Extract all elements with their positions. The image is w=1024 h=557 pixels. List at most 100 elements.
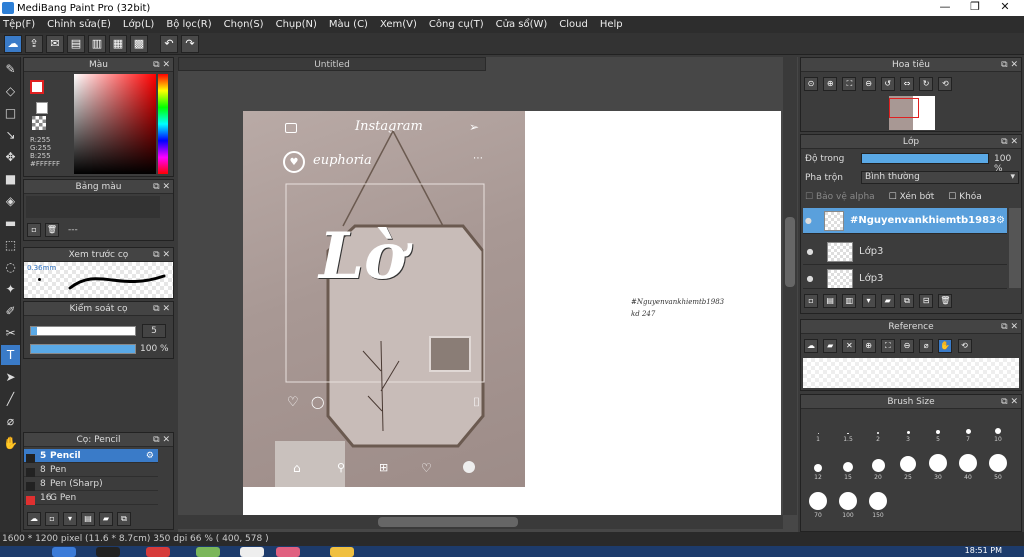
zoom-in-icon[interactable]: ⊕ xyxy=(823,77,838,91)
panel-close-icon[interactable]: ⧉ ✕ xyxy=(153,433,170,447)
taskbar-app-icon[interactable] xyxy=(276,547,300,557)
fit-icon[interactable]: ⛶ xyxy=(842,77,857,91)
new-brush-icon[interactable]: ▫ xyxy=(45,512,59,526)
layer-scrollbar[interactable] xyxy=(1009,208,1021,288)
operation-tool-icon[interactable]: ➤ xyxy=(1,367,20,387)
move-tool-icon[interactable]: ✥ xyxy=(1,147,20,167)
delete-palette-icon[interactable]: 🗑 xyxy=(45,223,59,237)
layer-row[interactable]: ● #Nguyenvankhiemtb1983 ⚙ xyxy=(803,208,1007,234)
reset-icon[interactable]: ⟲ xyxy=(957,339,972,353)
gear-icon[interactable]: ⚙ xyxy=(996,215,1005,226)
brush-size-option[interactable]: 30 xyxy=(925,451,951,481)
hand-tool-icon[interactable]: ✋ xyxy=(1,433,20,453)
rotate-left-icon[interactable]: ↺ xyxy=(880,77,895,91)
zoom-out-icon[interactable]: ⊖ xyxy=(899,339,914,353)
cloud-download-icon[interactable]: ☁ xyxy=(27,512,41,526)
select-eraser-tool-icon[interactable]: ✂ xyxy=(1,323,20,343)
text-tool-icon[interactable]: T xyxy=(1,345,20,365)
eyedropper-icon[interactable]: ⌀ xyxy=(919,339,934,353)
horizontal-scrollbar[interactable] xyxy=(178,515,783,529)
menu-edit[interactable]: Chỉnh sửa(E) xyxy=(47,19,111,30)
brush-size-option[interactable]: 15 xyxy=(835,451,861,481)
background-color-swatch[interactable] xyxy=(36,102,48,114)
grid-icon[interactable]: ▦ xyxy=(109,34,127,53)
taskbar-app-icon[interactable] xyxy=(146,547,170,557)
menu-help[interactable]: Help xyxy=(600,19,623,30)
rotate-right-icon[interactable]: ↻ xyxy=(919,77,934,91)
fit-icon[interactable]: ⛶ xyxy=(880,339,895,353)
close-reference-icon[interactable]: ✕ xyxy=(842,339,857,353)
taskbar-app-icon[interactable] xyxy=(330,547,354,557)
hue-slider[interactable] xyxy=(158,74,168,174)
brush-size-option[interactable]: 70 xyxy=(805,489,831,519)
layer-row[interactable]: ● Lớp3 xyxy=(803,239,1007,265)
open-folder-icon[interactable]: ▰ xyxy=(823,339,838,353)
brush-size-option[interactable]: 1.5 xyxy=(835,413,861,443)
select-pen-tool-icon[interactable]: ✐ xyxy=(1,301,20,321)
new-palette-icon[interactable]: ▫ xyxy=(27,223,41,237)
taskbar-app-icon[interactable] xyxy=(240,547,264,557)
flip-icon[interactable]: ⇔ xyxy=(899,77,914,91)
panel-close-icon[interactable]: ⧉ ✕ xyxy=(1001,58,1018,72)
artboard[interactable]: Instagram ➢ ♥ euphoria ⋯ Lờ ♡ ◯ ⌷ ⌂ ⚲ ⊞ … xyxy=(243,111,781,515)
menu-select[interactable]: Chọn(S) xyxy=(224,19,264,30)
layer-visibility-icon[interactable]: ● xyxy=(803,214,814,228)
fill-rect-tool-icon[interactable]: ■ xyxy=(1,169,20,189)
blend-mode-select[interactable]: Bình thường ▾ xyxy=(861,171,1019,184)
document-icon[interactable]: ▤ xyxy=(67,34,85,53)
gradient-tool-icon[interactable]: ▬ xyxy=(1,213,20,233)
vertical-scroll-thumb[interactable] xyxy=(785,217,795,287)
brush-item-g-pen[interactable]: 16 G Pen xyxy=(24,491,158,505)
foreground-color-swatch[interactable] xyxy=(30,80,44,94)
shape-tool-icon[interactable]: □ xyxy=(1,103,20,123)
panel-close-icon[interactable]: ⧉ ✕ xyxy=(1001,320,1018,334)
canvas-area[interactable]: Untitled Instagram ➢ ♥ euphoria ⋯ Lờ ♡ ◯… xyxy=(178,57,798,532)
panel-close-icon[interactable]: ⧉ ✕ xyxy=(153,248,170,262)
brush-item-pencil[interactable]: 5 Pencil ⚙ xyxy=(24,449,158,463)
brush-size-option[interactable]: 10 xyxy=(985,413,1011,443)
redo-icon[interactable]: ↷ xyxy=(181,34,199,53)
brush-size-option[interactable]: 50 xyxy=(985,451,1011,481)
delete-layer-icon[interactable]: 🗑 xyxy=(938,294,953,308)
panel-close-icon[interactable]: ⧉ ✕ xyxy=(1001,395,1018,409)
brush-opacity-slider[interactable] xyxy=(30,344,136,354)
add-brush-icon[interactable]: ▾ xyxy=(63,512,77,526)
share-icon[interactable]: ⇪ xyxy=(25,34,43,53)
tile-icon[interactable]: ▩ xyxy=(130,34,148,53)
menu-tools[interactable]: Công cụ(T) xyxy=(429,19,484,30)
brush-size-option[interactable]: 7 xyxy=(955,413,981,443)
lock-checkbox[interactable]: ☐ Khóa xyxy=(948,192,982,202)
navigator-thumbnail[interactable] xyxy=(889,96,935,130)
brush-size-option[interactable]: 100 xyxy=(835,489,861,519)
menu-cloud[interactable]: Cloud xyxy=(559,19,588,30)
menu-layer[interactable]: Lớp(L) xyxy=(123,19,154,30)
cloud-icon[interactable]: ☁ xyxy=(4,34,22,53)
brush-size-option[interactable]: 1 xyxy=(805,413,831,443)
page-icon[interactable]: ▥ xyxy=(88,34,106,53)
brush-size-option[interactable]: 12 xyxy=(805,451,831,481)
close-button[interactable]: ✕ xyxy=(990,0,1020,16)
menu-snap[interactable]: Chụp(N) xyxy=(276,19,317,30)
layer-opacity-slider[interactable] xyxy=(861,153,989,164)
panel-close-icon[interactable]: ⧉ ✕ xyxy=(153,302,170,316)
folder-icon[interactable]: ▰ xyxy=(99,512,113,526)
brush-item-pen-sharp[interactable]: 8 Pen (Sharp) xyxy=(24,477,158,491)
lasso-tool-icon[interactable]: ◌ xyxy=(1,257,20,277)
reference-area[interactable] xyxy=(803,358,1019,388)
panel-close-icon[interactable]: ⧉ ✕ xyxy=(153,180,170,194)
new-halftone-layer-icon[interactable]: ▤ xyxy=(823,294,838,308)
reset-icon[interactable]: ⟲ xyxy=(938,77,953,91)
brush-size-option[interactable]: 5 xyxy=(925,413,951,443)
magic-wand-tool-icon[interactable]: ✦ xyxy=(1,279,20,299)
brush-size-value[interactable]: 5 xyxy=(142,324,166,338)
brush-size-option[interactable]: 25 xyxy=(895,451,921,481)
duplicate-layer-icon[interactable]: ⧉ xyxy=(899,294,914,308)
brush-item-pen[interactable]: 8 Pen xyxy=(24,463,158,477)
horizontal-scroll-thumb[interactable] xyxy=(378,517,518,527)
new-layer-icon[interactable]: ▫ xyxy=(804,294,818,308)
menu-window[interactable]: Cửa sổ(W) xyxy=(496,19,548,30)
cloud-reference-icon[interactable]: ☁ xyxy=(804,339,818,353)
line-tool-icon[interactable]: ↘ xyxy=(1,125,20,145)
add-layer-menu-icon[interactable]: ▾ xyxy=(861,294,876,308)
select-rect-tool-icon[interactable]: ⬚ xyxy=(1,235,20,255)
